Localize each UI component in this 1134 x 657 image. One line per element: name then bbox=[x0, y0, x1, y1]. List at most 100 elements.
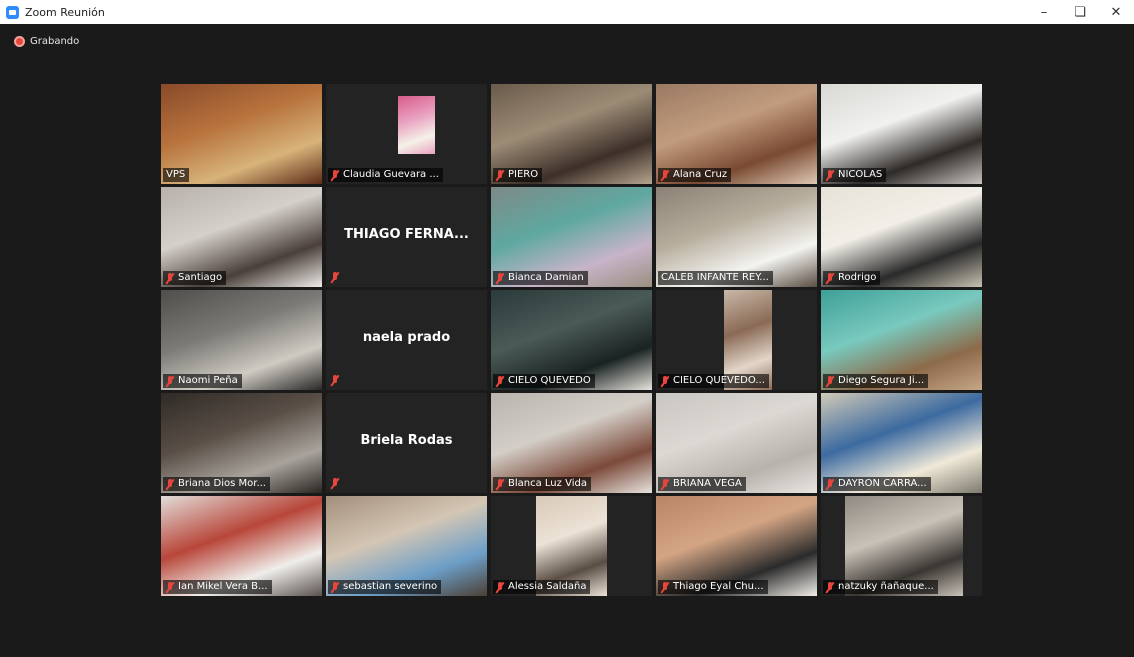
close-icon[interactable]: ✕ bbox=[1098, 0, 1134, 24]
muted-mic-icon bbox=[331, 478, 339, 489]
muted-mic-icon bbox=[496, 272, 504, 284]
participant-tile[interactable]: NICOLAS bbox=[821, 84, 982, 184]
participant-tile[interactable]: DAYRON CARRA... bbox=[821, 393, 982, 493]
participant-name: VPS bbox=[166, 169, 186, 180]
participant-tile[interactable]: Alana Cruz bbox=[656, 84, 817, 184]
gallery-grid: VPS Claudia Guevara ... PIERO Alana Cruz NIC… bbox=[161, 84, 984, 599]
participant-name: Naomi Peña bbox=[178, 375, 238, 386]
participant-name: NICOLAS bbox=[838, 169, 883, 180]
participant-nametag: CIELO QUEVEDO bbox=[493, 374, 595, 388]
participant-nametag: Ian Mikel Vera B... bbox=[163, 580, 272, 594]
participant-tile[interactable]: Ian Mikel Vera B... bbox=[161, 496, 322, 596]
muted-mic-icon bbox=[496, 169, 504, 181]
participant-video bbox=[398, 96, 436, 154]
participant-name-large: naela prado bbox=[362, 330, 451, 345]
participant-tile[interactable]: Rodrigo bbox=[821, 187, 982, 287]
participant-nametag: Diego Segura Ji... bbox=[823, 374, 929, 388]
participant-name: Claudia Guevara ... bbox=[343, 169, 439, 180]
participant-nametag: Santiago bbox=[163, 271, 227, 285]
muted-mic-icon bbox=[826, 375, 834, 387]
participant-nametag: Rodrigo bbox=[823, 271, 881, 285]
participant-nametag: Naomi Peña bbox=[163, 374, 242, 388]
window-controls: – ❏ ✕ bbox=[1026, 0, 1134, 24]
participant-nametag: VPS bbox=[163, 168, 190, 182]
window-title: Zoom Reunión bbox=[25, 5, 105, 19]
participant-name: Diego Segura Ji... bbox=[838, 375, 925, 386]
participant-tile[interactable]: Briana Dios Mor... bbox=[161, 393, 322, 493]
participant-tile[interactable]: naela prado bbox=[326, 290, 487, 390]
participant-name-large: Briela Rodas bbox=[360, 433, 453, 448]
muted-mic-icon bbox=[331, 169, 339, 181]
participant-name: DAYRON CARRA... bbox=[838, 478, 927, 489]
participant-tile[interactable]: Alessia Saldaña bbox=[491, 496, 652, 596]
participant-tile[interactable]: sebastian severino bbox=[326, 496, 487, 596]
participant-nametag: Bianca Damian bbox=[493, 271, 588, 285]
participant-name: natzuky ñañaque... bbox=[838, 581, 934, 592]
participant-tile[interactable]: natzuky ñañaque... bbox=[821, 496, 982, 596]
participant-nametag: NICOLAS bbox=[823, 168, 887, 182]
participant-tile[interactable]: CALEB INFANTE REY... bbox=[656, 187, 817, 287]
participant-nametag: PIERO bbox=[493, 168, 543, 182]
participant-nametag: CIELO QUEVEDO... bbox=[658, 374, 769, 388]
participant-name: CALEB INFANTE REY... bbox=[661, 272, 769, 283]
participant-nametag: DAYRON CARRA... bbox=[823, 477, 931, 491]
participant-tile[interactable]: Naomi Peña bbox=[161, 290, 322, 390]
participant-nametag: sebastian severino bbox=[328, 580, 442, 594]
muted-mic-icon bbox=[496, 375, 504, 387]
participant-name: Briana Dios Mor... bbox=[178, 478, 266, 489]
zoom-app-icon bbox=[6, 5, 19, 19]
participant-name: Santiago bbox=[178, 272, 223, 283]
muted-mic-icon bbox=[331, 272, 339, 283]
participant-name: Alessia Saldaña bbox=[508, 581, 587, 592]
muted-mic-icon bbox=[331, 375, 339, 386]
participant-tile[interactable]: Thiago Eyal Chu... bbox=[656, 496, 817, 596]
participant-tile[interactable]: Blanca Luz Vida bbox=[491, 393, 652, 493]
participant-tile[interactable]: PIERO bbox=[491, 84, 652, 184]
participant-tile[interactable]: Claudia Guevara ... bbox=[326, 84, 487, 184]
window-titlebar: Zoom Reunión – ❏ ✕ bbox=[0, 0, 1134, 24]
participant-tile[interactable]: Bianca Damian bbox=[491, 187, 652, 287]
participant-tile[interactable]: Briela Rodas bbox=[326, 393, 487, 493]
participant-tile[interactable]: Santiago bbox=[161, 187, 322, 287]
participant-nametag: Thiago Eyal Chu... bbox=[658, 580, 768, 594]
participant-nametag: BRIANA VEGA bbox=[658, 477, 746, 491]
participant-name: sebastian severino bbox=[343, 581, 438, 592]
muted-mic-icon bbox=[166, 478, 174, 490]
participant-nametag: Alessia Saldaña bbox=[493, 580, 591, 594]
participant-name: BRIANA VEGA bbox=[673, 478, 742, 489]
muted-mic-icon bbox=[166, 375, 174, 387]
participant-tile[interactable]: THIAGO FERNA... bbox=[326, 187, 487, 287]
recording-label: Grabando bbox=[30, 36, 80, 47]
participant-name: CIELO QUEVEDO bbox=[508, 375, 591, 386]
muted-mic-icon bbox=[496, 478, 504, 490]
participant-tile[interactable]: CIELO QUEVEDO bbox=[491, 290, 652, 390]
participant-name-large: THIAGO FERNA... bbox=[344, 227, 469, 242]
participant-tile[interactable]: Diego Segura Ji... bbox=[821, 290, 982, 390]
restore-icon[interactable]: ❏ bbox=[1062, 0, 1098, 24]
participant-name: Rodrigo bbox=[838, 272, 877, 283]
participant-name: Ian Mikel Vera B... bbox=[178, 581, 268, 592]
participant-name: CIELO QUEVEDO... bbox=[673, 375, 765, 386]
muted-mic-icon bbox=[661, 478, 669, 490]
participant-name: Thiago Eyal Chu... bbox=[673, 581, 764, 592]
participant-name: Alana Cruz bbox=[673, 169, 728, 180]
muted-mic-icon bbox=[826, 272, 834, 284]
muted-mic-icon bbox=[826, 169, 834, 181]
meeting-stage: Grabando VPS Claudia Guevara ... PIERO Alan… bbox=[0, 24, 1134, 657]
participant-nametag: Blanca Luz Vida bbox=[493, 477, 591, 491]
record-icon bbox=[14, 36, 25, 47]
participant-nametag: natzuky ñañaque... bbox=[823, 580, 938, 594]
muted-mic-icon bbox=[496, 581, 504, 593]
participant-nametag: Claudia Guevara ... bbox=[328, 168, 443, 182]
participant-name: PIERO bbox=[508, 169, 539, 180]
participant-tile[interactable]: VPS bbox=[161, 84, 322, 184]
participant-tile[interactable]: BRIANA VEGA bbox=[656, 393, 817, 493]
participant-nametag: CALEB INFANTE REY... bbox=[658, 271, 773, 285]
muted-mic-icon bbox=[826, 478, 834, 490]
minimize-icon[interactable]: – bbox=[1026, 0, 1062, 24]
participant-tile[interactable]: CIELO QUEVEDO... bbox=[656, 290, 817, 390]
muted-mic-icon bbox=[826, 581, 834, 593]
participant-name: Blanca Luz Vida bbox=[508, 478, 587, 489]
muted-mic-icon bbox=[661, 375, 669, 387]
muted-mic-icon bbox=[331, 581, 339, 593]
